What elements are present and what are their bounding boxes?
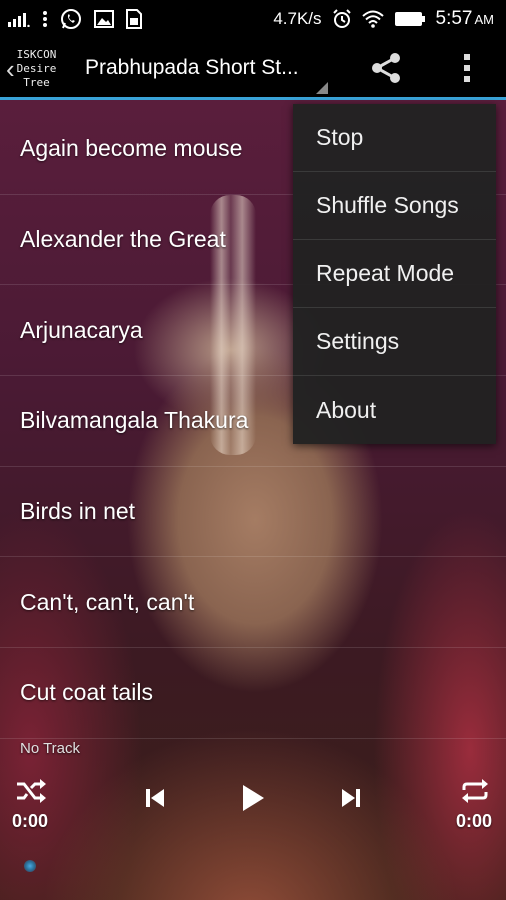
back-chevron-icon: ‹	[6, 54, 15, 84]
status-bar: 4.7K/s 5:57 AM	[0, 0, 506, 38]
menu-item-shuffle-songs[interactable]: Shuffle Songs	[293, 172, 496, 240]
menu-item-repeat-mode[interactable]: Repeat Mode	[293, 240, 496, 308]
next-button[interactable]	[336, 783, 366, 813]
battery-icon	[394, 11, 426, 27]
previous-button[interactable]	[140, 783, 170, 813]
menu-item-stop[interactable]: Stop	[293, 104, 496, 172]
overflow-menu-button[interactable]	[452, 50, 482, 86]
album-title-spinner[interactable]: Prabhupada Short St...	[85, 56, 335, 80]
overflow-menu: Stop Shuffle Songs Repeat Mode Settings …	[293, 104, 496, 444]
shuffle-icon	[17, 779, 46, 803]
menu-item-settings[interactable]: Settings	[293, 308, 496, 376]
clock-suffix: AM	[474, 12, 495, 27]
sim-card-icon	[126, 9, 142, 29]
repeat-button[interactable]	[458, 776, 492, 806]
app-logo-button[interactable]: ‹ ISKCON Desire Tree	[6, 44, 68, 94]
repeat-icon	[462, 779, 488, 803]
more-vert-icon	[464, 54, 470, 82]
share-button[interactable]	[368, 50, 404, 86]
shuffle-button[interactable]	[14, 776, 48, 806]
logo-line-3: Tree	[23, 76, 50, 89]
play-button[interactable]	[236, 780, 270, 816]
more-vert-icon	[42, 10, 48, 28]
play-icon	[243, 785, 264, 811]
app-bar: ‹ ISKCON Desire Tree Prabhupada Short St…	[0, 38, 506, 100]
logo-line-1: ISKCON	[16, 48, 57, 61]
spinner-arrow-icon	[316, 82, 328, 94]
clock: 5:57 AM	[436, 8, 494, 30]
gallery-icon	[94, 10, 114, 28]
clock-time: 5:57	[435, 8, 473, 29]
wifi-icon	[361, 10, 384, 28]
song-item[interactable]: Birds in net	[0, 467, 506, 558]
elapsed-time: 0:00	[12, 811, 49, 831]
previous-icon	[146, 789, 164, 807]
iskcon-desire-tree-logo: ISKCON Desire Tree	[17, 48, 57, 90]
song-item[interactable]: Can't, can't, can't	[0, 557, 506, 649]
whatsapp-icon	[60, 8, 82, 30]
song-item[interactable]: Cut coat tails	[0, 648, 506, 739]
alarm-icon	[332, 9, 352, 29]
logo-line-2: Desire	[16, 62, 57, 75]
current-track-label: No Track	[20, 740, 81, 757]
signal-icon	[8, 11, 30, 27]
seekbar-thumb[interactable]	[24, 860, 36, 872]
total-time: 0:00	[456, 811, 493, 831]
next-icon	[342, 789, 360, 807]
share-icon	[372, 53, 400, 83]
network-speed: 4.7K/s	[273, 9, 322, 28]
menu-item-about[interactable]: About	[293, 376, 496, 444]
